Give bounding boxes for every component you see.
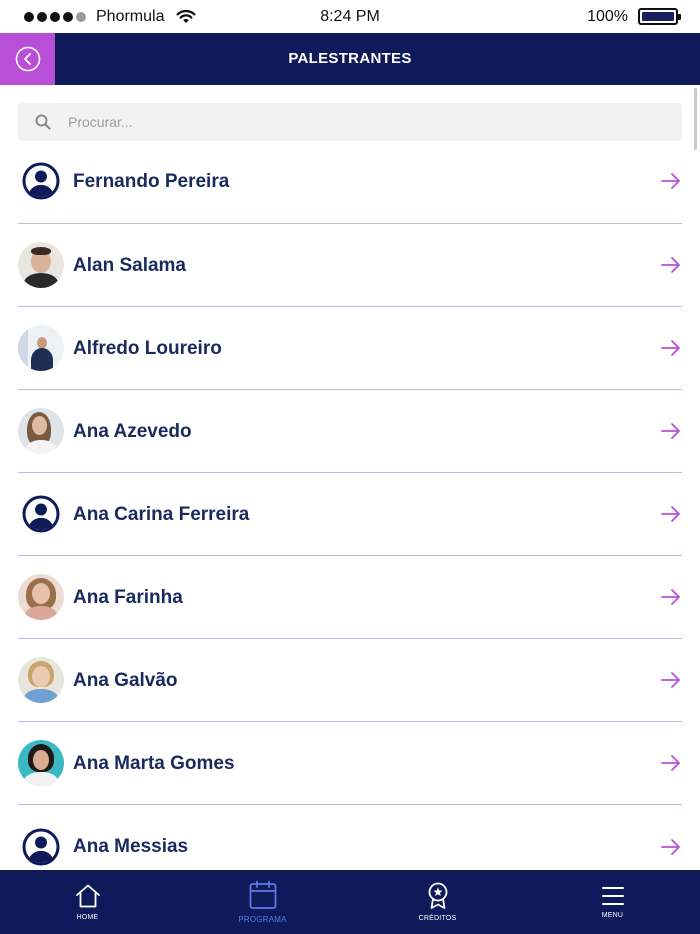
speaker-name: Ana Farinha [73, 587, 183, 608]
speaker-avatar [18, 325, 64, 371]
speaker-name: Ana Galvão [73, 670, 178, 691]
battery-percent: 100% [587, 7, 628, 25]
user-placeholder-icon [18, 491, 64, 537]
arrow-right-icon [661, 672, 680, 688]
speaker-row[interactable]: Ana Galvão [18, 639, 682, 722]
arrow-right-icon [661, 340, 680, 356]
speaker-row[interactable]: Alan Salama [18, 224, 682, 307]
speaker-name: Ana Azevedo [73, 421, 192, 442]
speaker-row[interactable]: Ana Marta Gomes [18, 722, 682, 805]
status-bar: Phormula 8:24 PM 100% [0, 0, 700, 33]
hamburger-menu-icon [601, 887, 624, 905]
tab-label: HOME [76, 914, 99, 921]
speaker-row[interactable]: Alfredo Loureiro [18, 307, 682, 390]
speaker-row[interactable]: Ana Farinha [18, 556, 682, 639]
app-header: PALESTRANTES [0, 33, 700, 85]
speaker-name: Ana Carina Ferreira [73, 504, 250, 525]
tab-creditos[interactable]: CRÉDITOS [350, 870, 525, 934]
battery-icon [638, 8, 681, 25]
speaker-row[interactable]: Ana Azevedo [18, 390, 682, 473]
tab-programa[interactable]: PROGRAMA [175, 870, 350, 934]
search-icon [35, 114, 51, 130]
calendar-icon [249, 880, 276, 909]
arrow-right-icon [661, 173, 680, 189]
speaker-list: Fernando Pereira Alan Salama Alfredo Lou… [18, 141, 682, 888]
speaker-avatar [18, 657, 64, 703]
tab-home[interactable]: HOME [0, 870, 175, 934]
speaker-row[interactable]: Fernando Pereira [18, 141, 682, 224]
tab-label: CRÉDITOS [418, 915, 457, 922]
arrow-right-icon [661, 838, 680, 855]
tab-menu[interactable]: MENU [525, 870, 700, 934]
speaker-name: Fernando Pereira [73, 171, 230, 192]
arrow-right-icon [661, 755, 680, 771]
arrow-right-icon [661, 423, 680, 439]
chevron-left-circle-icon [15, 46, 40, 72]
arrow-right-icon [661, 506, 680, 522]
speaker-avatar [18, 740, 64, 786]
tab-label: PROGRAMA [238, 915, 287, 924]
arrow-right-icon [661, 589, 680, 605]
scrollbar[interactable] [694, 88, 697, 150]
speaker-name: Ana Marta Gomes [73, 753, 235, 774]
page-title: PALESTRANTES [288, 50, 412, 67]
home-icon [75, 884, 100, 908]
user-placeholder-icon [18, 823, 64, 870]
tab-label: MENU [601, 912, 624, 919]
speaker-name: Alfredo Loureiro [73, 338, 222, 359]
award-icon [428, 882, 447, 909]
arrow-right-icon [661, 257, 680, 273]
search-input[interactable] [68, 114, 628, 130]
speaker-avatar [18, 574, 64, 620]
user-placeholder-icon [18, 158, 64, 204]
search-bar[interactable] [18, 103, 682, 141]
speaker-row[interactable]: Ana Carina Ferreira [18, 473, 682, 556]
speaker-avatar [18, 408, 64, 454]
back-button[interactable] [0, 33, 55, 85]
speaker-avatar [18, 242, 64, 288]
status-bar-right: 100% [587, 0, 681, 33]
speaker-name: Alan Salama [73, 255, 186, 276]
bottom-tab-bar: HOME PROGRAMA CRÉDITOS MENU [0, 870, 700, 934]
